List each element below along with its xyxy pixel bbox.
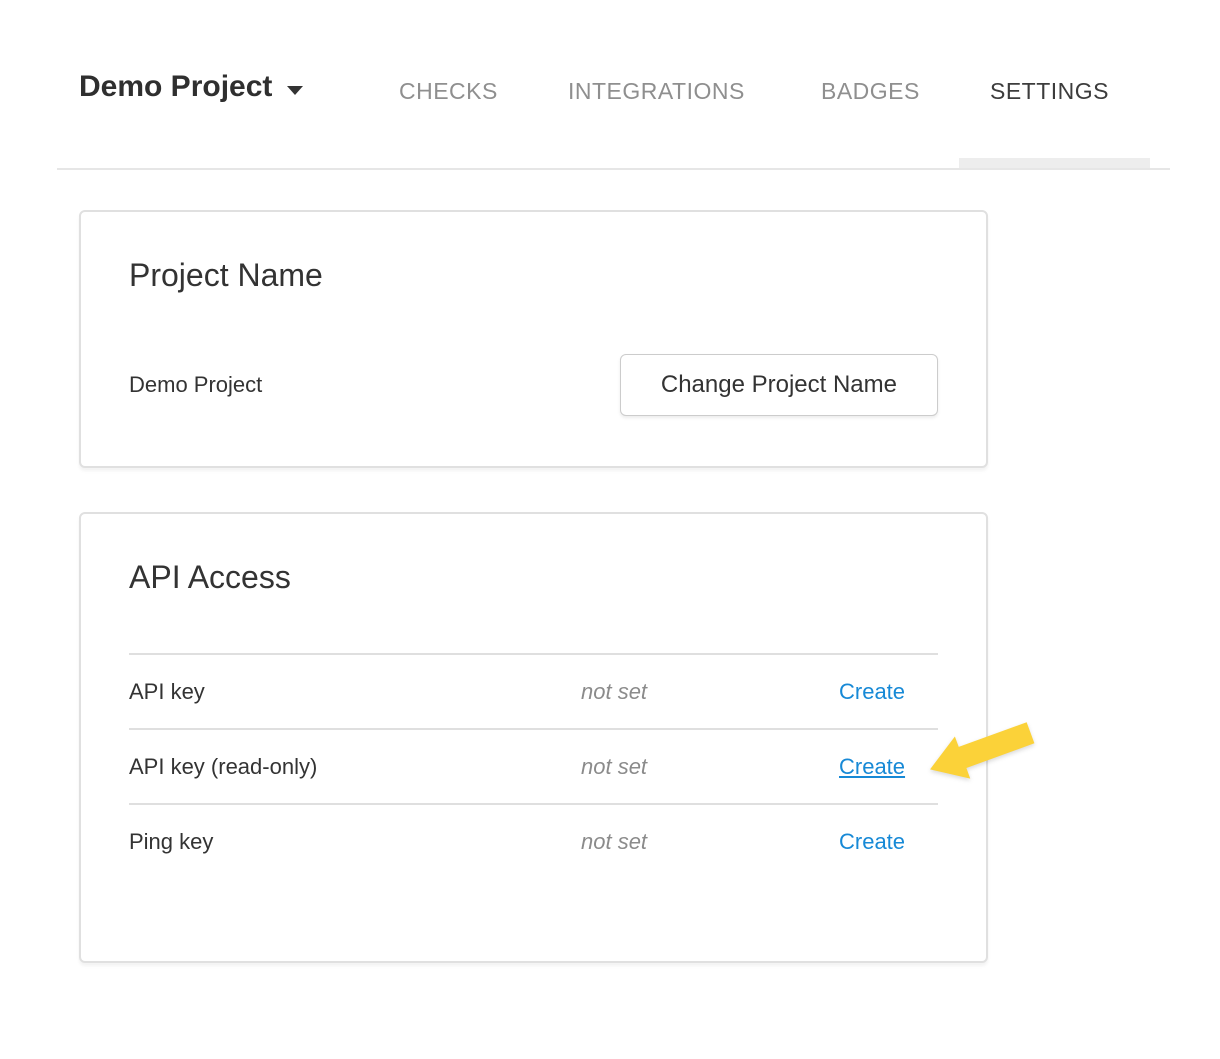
api-key-read-only-label: API key (read-only) [129, 754, 581, 780]
project-name-row: Demo Project Change Project Name [129, 354, 938, 416]
create-read-only-api-key-link[interactable]: Create [839, 754, 905, 780]
project-name-card-title: Project Name [129, 257, 938, 294]
tab-badges[interactable]: BADGES [821, 78, 920, 105]
project-name-card: Project Name Demo Project Change Project… [79, 210, 988, 468]
tab-settings[interactable]: SETTINGS [990, 78, 1109, 105]
project-selector[interactable]: Demo Project [79, 70, 303, 104]
change-project-name-button[interactable]: Change Project Name [620, 354, 938, 416]
tab-integrations[interactable]: INTEGRATIONS [568, 78, 745, 105]
table-row-api-key-read-only: API key (read-only) not set Create [129, 728, 938, 803]
project-selector-label: Demo Project [79, 70, 272, 104]
table-row-ping-key: Ping key not set Create [129, 803, 938, 878]
api-key-value: not set [581, 679, 839, 705]
api-key-label: API key [129, 679, 581, 705]
annotation-arrow-shape [930, 722, 1034, 778]
nav-divider [57, 168, 1170, 170]
annotation-arrow-icon [928, 718, 1040, 784]
api-access-card: API Access API key not set Create API ke… [79, 512, 988, 963]
api-keys-table: API key not set Create API key (read-onl… [129, 653, 938, 878]
tab-checks[interactable]: CHECKS [399, 78, 498, 105]
ping-key-value: not set [581, 829, 839, 855]
api-key-read-only-value: not set [581, 754, 839, 780]
table-row-api-key: API key not set Create [129, 653, 938, 728]
chevron-down-icon [287, 86, 303, 95]
ping-key-label: Ping key [129, 829, 581, 855]
current-project-name: Demo Project [129, 372, 262, 398]
create-api-key-link[interactable]: Create [839, 679, 905, 705]
api-access-card-title: API Access [129, 559, 938, 596]
create-ping-key-link[interactable]: Create [839, 829, 905, 855]
